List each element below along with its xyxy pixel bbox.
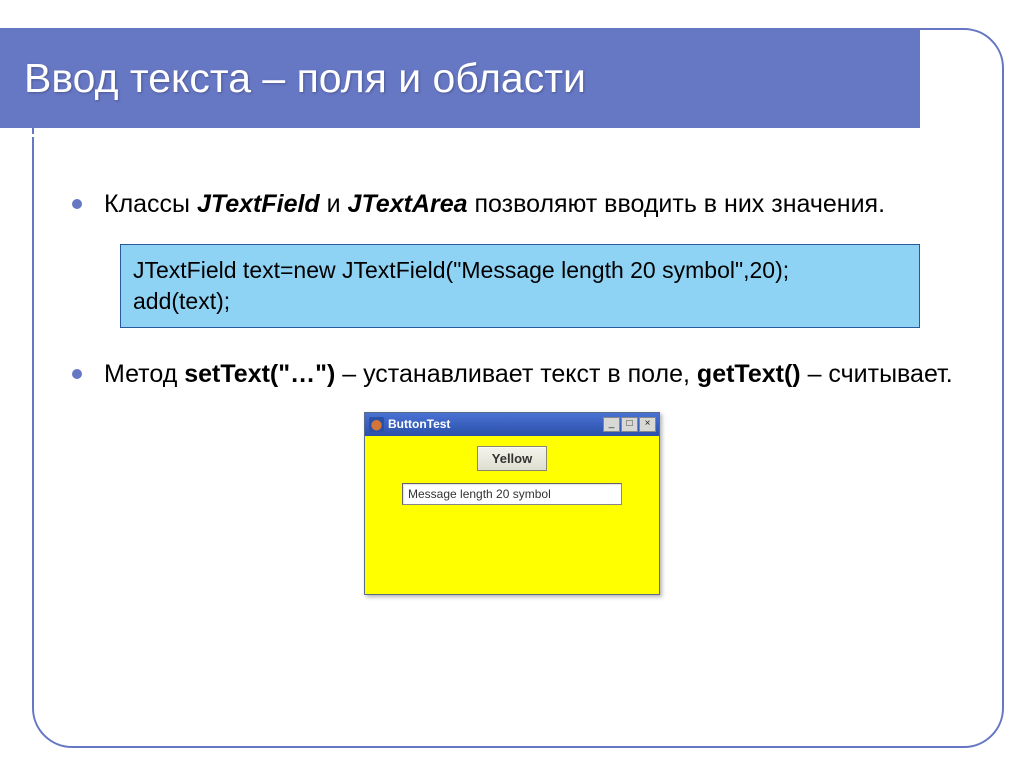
slide-body: Классы JTextField и JTextArea позволяют … [60, 180, 964, 595]
window-controls: _ □ × [603, 417, 656, 432]
class-name: JTextArea [348, 190, 468, 218]
text-fragment: – устанавливает текст в поле, [335, 360, 697, 388]
slide-title-banner: Ввод текста – поля и области [0, 28, 920, 128]
java-window: ButtonTest _ □ × Yellow [364, 412, 660, 595]
code-line: add(text); [133, 286, 907, 317]
bullet-icon [72, 199, 82, 209]
slide-title: Ввод текста – поля и области [24, 55, 586, 102]
bullet-icon [72, 369, 82, 379]
window-content: Yellow [365, 436, 659, 594]
class-name: JTextField [197, 190, 320, 218]
yellow-button[interactable]: Yellow [477, 446, 547, 471]
code-line: JTextField text=new JTextField("Message … [133, 255, 907, 286]
bullet-item: Классы JTextField и JTextArea позволяют … [60, 188, 964, 222]
window-titlebar[interactable]: ButtonTest _ □ × [365, 413, 659, 436]
bullet-item: Метод setText("…") – устанавливает текст… [60, 358, 964, 392]
message-textfield[interactable] [402, 483, 622, 505]
minimize-button[interactable]: _ [603, 417, 620, 432]
demo-screenshot: ButtonTest _ □ × Yellow [60, 412, 964, 595]
method-name: setText("…") [184, 360, 335, 388]
bullet-text: Классы JTextField и JTextArea позволяют … [104, 188, 885, 222]
code-block: JTextField text=new JTextField("Message … [120, 244, 920, 328]
maximize-button[interactable]: □ [621, 417, 638, 432]
method-name: getText() [697, 360, 801, 388]
slide-title-underline [0, 134, 920, 137]
text-fragment: позволяют вводить в них значения. [468, 190, 886, 218]
close-button[interactable]: × [639, 417, 656, 432]
text-fragment: – считывает. [801, 360, 953, 388]
window-title: ButtonTest [388, 417, 599, 431]
bullet-text: Метод setText("…") – устанавливает текст… [104, 358, 953, 392]
java-icon [369, 417, 384, 432]
text-fragment: и [320, 190, 348, 218]
text-fragment: Метод [104, 360, 184, 388]
text-fragment: Классы [104, 190, 197, 218]
